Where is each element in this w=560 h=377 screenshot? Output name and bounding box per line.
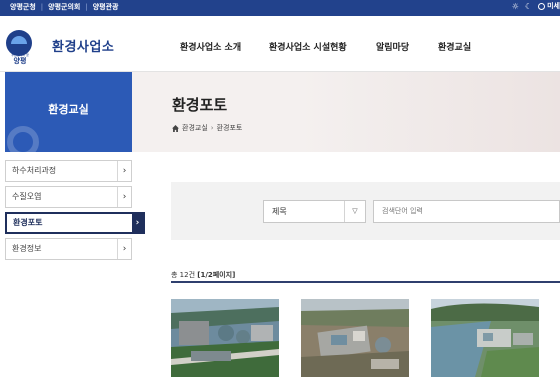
- dust-status[interactable]: 미세: [538, 1, 560, 11]
- side-menu-label: 환경포토: [13, 218, 43, 227]
- logo-text: 양평: [13, 57, 27, 65]
- result-count: 총 12건 [1/2페이지]: [171, 270, 235, 280]
- section-title: 환경교실: [48, 103, 89, 116]
- divider: [171, 281, 560, 283]
- link-county-council[interactable]: 양평군의회: [48, 2, 80, 12]
- family-site-links: 양평군청 | 양평군의회 | 양평관광: [10, 2, 118, 12]
- site-title[interactable]: 환경사업소: [52, 36, 114, 55]
- side-menu-item-photos[interactable]: 환경포토 ›: [5, 212, 145, 234]
- moon-icon[interactable]: ☾: [525, 2, 532, 11]
- gnb-item-notice[interactable]: 알림마당: [376, 40, 409, 53]
- page-title: 환경포토: [172, 96, 228, 114]
- sun-icon[interactable]: ☼: [512, 2, 519, 11]
- side-menu-label: 하수처리과정: [12, 166, 57, 175]
- total-count: 총 12건: [171, 271, 196, 279]
- top-utility-bar: 양평군청 | 양평군의회 | 양평관광 ☼ ☾ 미세: [0, 0, 560, 16]
- separator: |: [85, 3, 88, 11]
- chevron-down-icon: ▽: [344, 201, 365, 222]
- gnb-item-education[interactable]: 환경교실: [438, 40, 471, 53]
- search-select-value: 제목: [272, 207, 287, 216]
- aerial-photo-image: [301, 299, 409, 377]
- side-menu-label: 환경정보: [12, 244, 42, 253]
- gnb-item-intro[interactable]: 환경사업소 소개: [180, 40, 241, 53]
- breadcrumb-item[interactable]: 환경교실: [182, 123, 208, 133]
- photo-thumbnail[interactable]: [171, 299, 279, 377]
- side-menu-item-sewage-process[interactable]: 하수처리과정 ›: [5, 160, 132, 182]
- breadcrumb: 환경교실 › 환경포토: [172, 123, 242, 133]
- search-field-select[interactable]: 제목 ▽: [263, 200, 366, 223]
- chevron-right-icon: ›: [132, 214, 143, 232]
- photo-thumbnail[interactable]: [431, 299, 539, 377]
- side-menu-item-water-pollution[interactable]: 수질오염 ›: [5, 186, 132, 208]
- chevron-right-icon: ›: [117, 239, 131, 259]
- link-tourism[interactable]: 양평관광: [93, 2, 119, 12]
- separator: |: [40, 3, 44, 11]
- search-input-placeholder: 검색단어 입력: [382, 207, 423, 215]
- home-icon[interactable]: [172, 124, 179, 132]
- site-header: 푸른도시의 꿈 양평 환경사업소 환경사업소 소개 환경사업소 시설현황 알림마…: [0, 16, 560, 72]
- breadcrumb-current: 환경포토: [216, 124, 243, 132]
- gnb-item-facilities[interactable]: 환경사업소 시설현황: [269, 40, 347, 53]
- section-banner: 환경교실: [5, 72, 132, 152]
- link-yangpyeong-county[interactable]: 양평군청: [10, 2, 36, 12]
- photo-thumbnail[interactable]: [301, 299, 409, 377]
- side-menu: 하수처리과정 › 수질오염 › 환경포토 › 환경정보 ›: [5, 160, 145, 264]
- chevron-right-icon: ›: [117, 187, 131, 207]
- visual-background: [300, 72, 560, 152]
- utility-icons: ☼ ☾ 미세: [512, 1, 560, 11]
- side-menu-item-environment-info[interactable]: 환경정보 ›: [5, 238, 132, 260]
- decorative-ring: [7, 126, 39, 152]
- page-visual: 환경포토 환경교실 › 환경포토: [132, 72, 560, 152]
- aerial-photo-image: [431, 299, 539, 377]
- dust-circle-icon: [538, 2, 546, 10]
- search-input[interactable]: 검색단어 입력: [373, 200, 560, 223]
- page-indicator: [1/2페이지]: [197, 271, 236, 279]
- dust-label: 미세: [547, 2, 560, 10]
- search-panel: 제목 ▽ 검색단어 입력: [171, 182, 560, 240]
- aerial-photo-image: [171, 299, 279, 377]
- chevron-right-icon: ›: [210, 124, 214, 132]
- side-menu-label: 수질오염: [12, 192, 42, 201]
- chevron-right-icon: ›: [117, 161, 131, 181]
